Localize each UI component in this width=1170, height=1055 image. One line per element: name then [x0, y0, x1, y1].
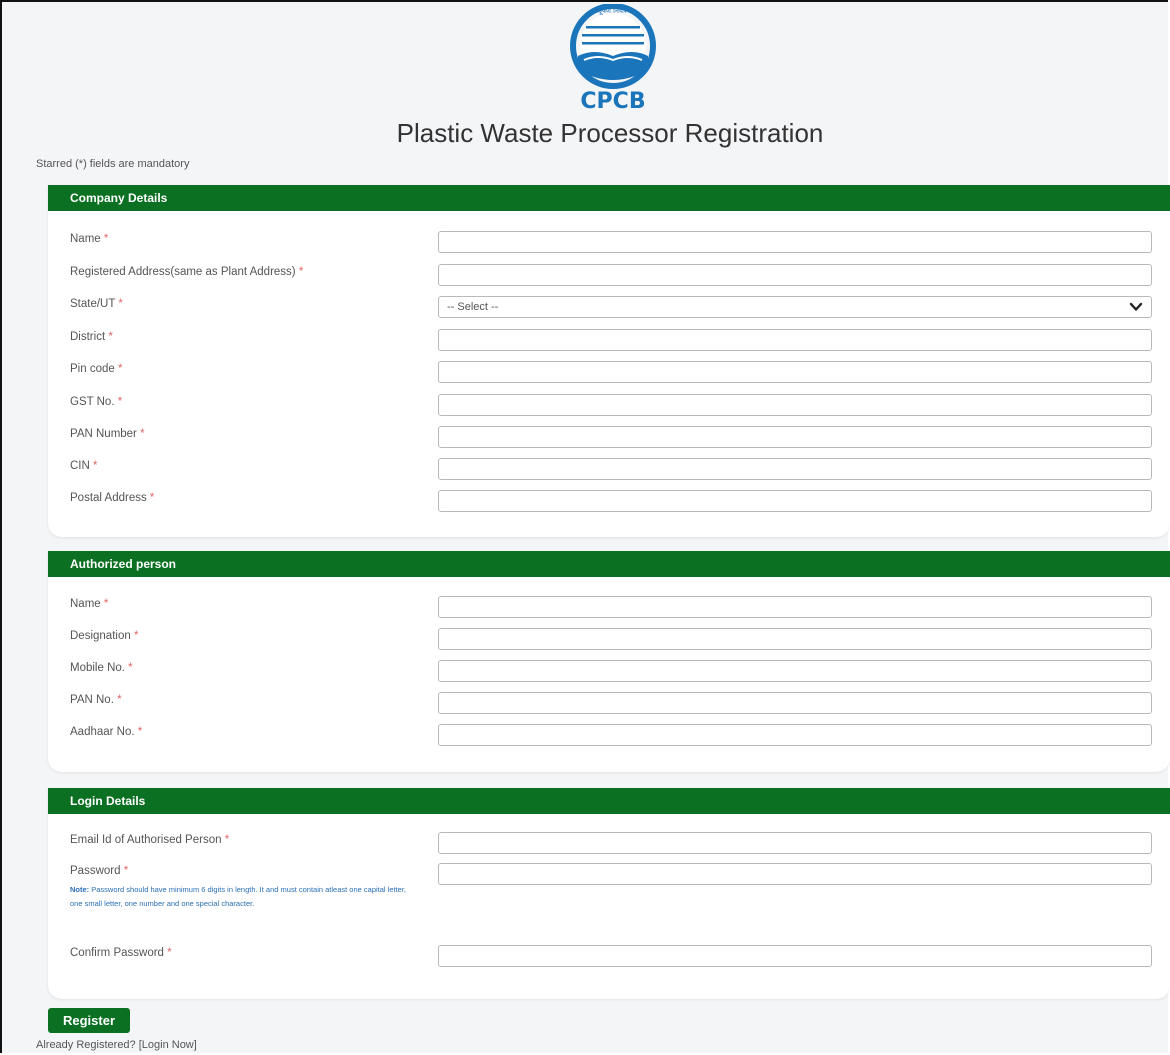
page-title: Plastic Waste Processor Registration — [396, 118, 824, 148]
cin-row: CIN * — [48, 458, 1170, 482]
company-name-label: Name * — [70, 233, 109, 245]
password-note: Note: Password should have minimum 6 dig… — [70, 883, 410, 911]
pin-code-input[interactable] — [438, 361, 1152, 383]
registered-address-row: Registered Address(same as Plant Address… — [48, 264, 1170, 288]
registered-address-label: Registered Address(same as Plant Address… — [70, 266, 304, 278]
confirm-password-row: Confirm Password * — [48, 945, 1170, 969]
person-name-input[interactable] — [438, 596, 1152, 618]
authorized-person-heading: Authorized person — [48, 551, 1170, 577]
aadhaar-input[interactable] — [438, 724, 1152, 746]
aadhaar-row: Aadhaar No. * — [48, 724, 1170, 748]
registered-address-input[interactable] — [438, 264, 1152, 286]
state-select[interactable]: -- Select -- — [438, 296, 1152, 318]
confirm-password-label: Confirm Password * — [70, 947, 172, 959]
state-select-value: -- Select -- — [447, 301, 499, 313]
gst-input[interactable] — [438, 394, 1152, 416]
company-details-panel: Company Details Name * Registered Addres… — [48, 185, 1170, 537]
pan-number-label: PAN Number * — [70, 428, 145, 440]
pan-no-row: PAN No. * — [48, 692, 1170, 716]
mobile-label: Mobile No. * — [70, 662, 133, 674]
authorized-person-panel: Authorized person Name * Designation * M… — [48, 551, 1170, 772]
cin-input[interactable] — [438, 458, 1152, 480]
pan-no-label: PAN No. * — [70, 694, 122, 706]
designation-row: Designation * — [48, 628, 1170, 652]
mobile-input[interactable] — [438, 660, 1152, 682]
company-details-heading: Company Details — [48, 185, 1170, 211]
company-name-row: Name * — [48, 231, 1170, 255]
login-details-panel: Login Details Email Id of Authorised Per… — [48, 788, 1170, 999]
state-row: State/UT * -- Select -- — [48, 296, 1170, 320]
designation-input[interactable] — [438, 628, 1152, 650]
pan-number-input[interactable] — [438, 426, 1152, 448]
cpcb-logo: प्रदूषण नियंत्रण CPCB — [570, 4, 656, 114]
gst-label: GST No. * — [70, 396, 123, 408]
password-note-text: Password should have minimum 6 digits in… — [70, 885, 407, 908]
logo-top-text: प्रदूषण नियंत्रण — [594, 6, 633, 16]
gst-row: GST No. * — [48, 394, 1170, 418]
email-row: Email Id of Authorised Person * — [48, 832, 1170, 856]
mandatory-note: Starred (*) fields are mandatory — [36, 158, 190, 170]
postal-address-row: Postal Address * — [48, 490, 1170, 514]
email-input[interactable] — [438, 832, 1152, 854]
page-header: प्रदूषण नियंत्रण CPCB Plastic Waste Proc… — [0, 0, 1170, 160]
confirm-password-input[interactable] — [438, 945, 1152, 967]
postal-address-label: Postal Address * — [70, 492, 155, 504]
password-input[interactable] — [438, 863, 1152, 885]
designation-label: Designation * — [70, 630, 139, 642]
login-now-link[interactable]: Already Registered? [Login Now] — [36, 1039, 197, 1051]
chevron-down-icon — [1129, 302, 1143, 311]
pan-number-row: PAN Number * — [48, 426, 1170, 450]
password-note-label: Note: — [70, 885, 90, 894]
pin-code-row: Pin code * — [48, 361, 1170, 385]
pan-no-input[interactable] — [438, 692, 1152, 714]
aadhaar-label: Aadhaar No. * — [70, 726, 143, 738]
district-row: District * — [48, 329, 1170, 353]
login-details-heading: Login Details — [48, 788, 1170, 814]
cin-label: CIN * — [70, 460, 98, 472]
mobile-row: Mobile No. * — [48, 660, 1170, 684]
state-label: State/UT * — [70, 298, 123, 310]
person-name-row: Name * — [48, 596, 1170, 620]
postal-address-input[interactable] — [438, 490, 1152, 512]
pin-code-label: Pin code * — [70, 363, 123, 375]
person-name-label: Name * — [70, 598, 109, 610]
district-input[interactable] — [438, 329, 1152, 351]
company-name-input[interactable] — [438, 231, 1152, 253]
logo-text: CPCB — [580, 89, 645, 114]
register-button[interactable]: Register — [48, 1008, 130, 1033]
district-label: District * — [70, 331, 113, 343]
password-label: Password * — [70, 865, 129, 877]
email-label: Email Id of Authorised Person * — [70, 834, 230, 846]
